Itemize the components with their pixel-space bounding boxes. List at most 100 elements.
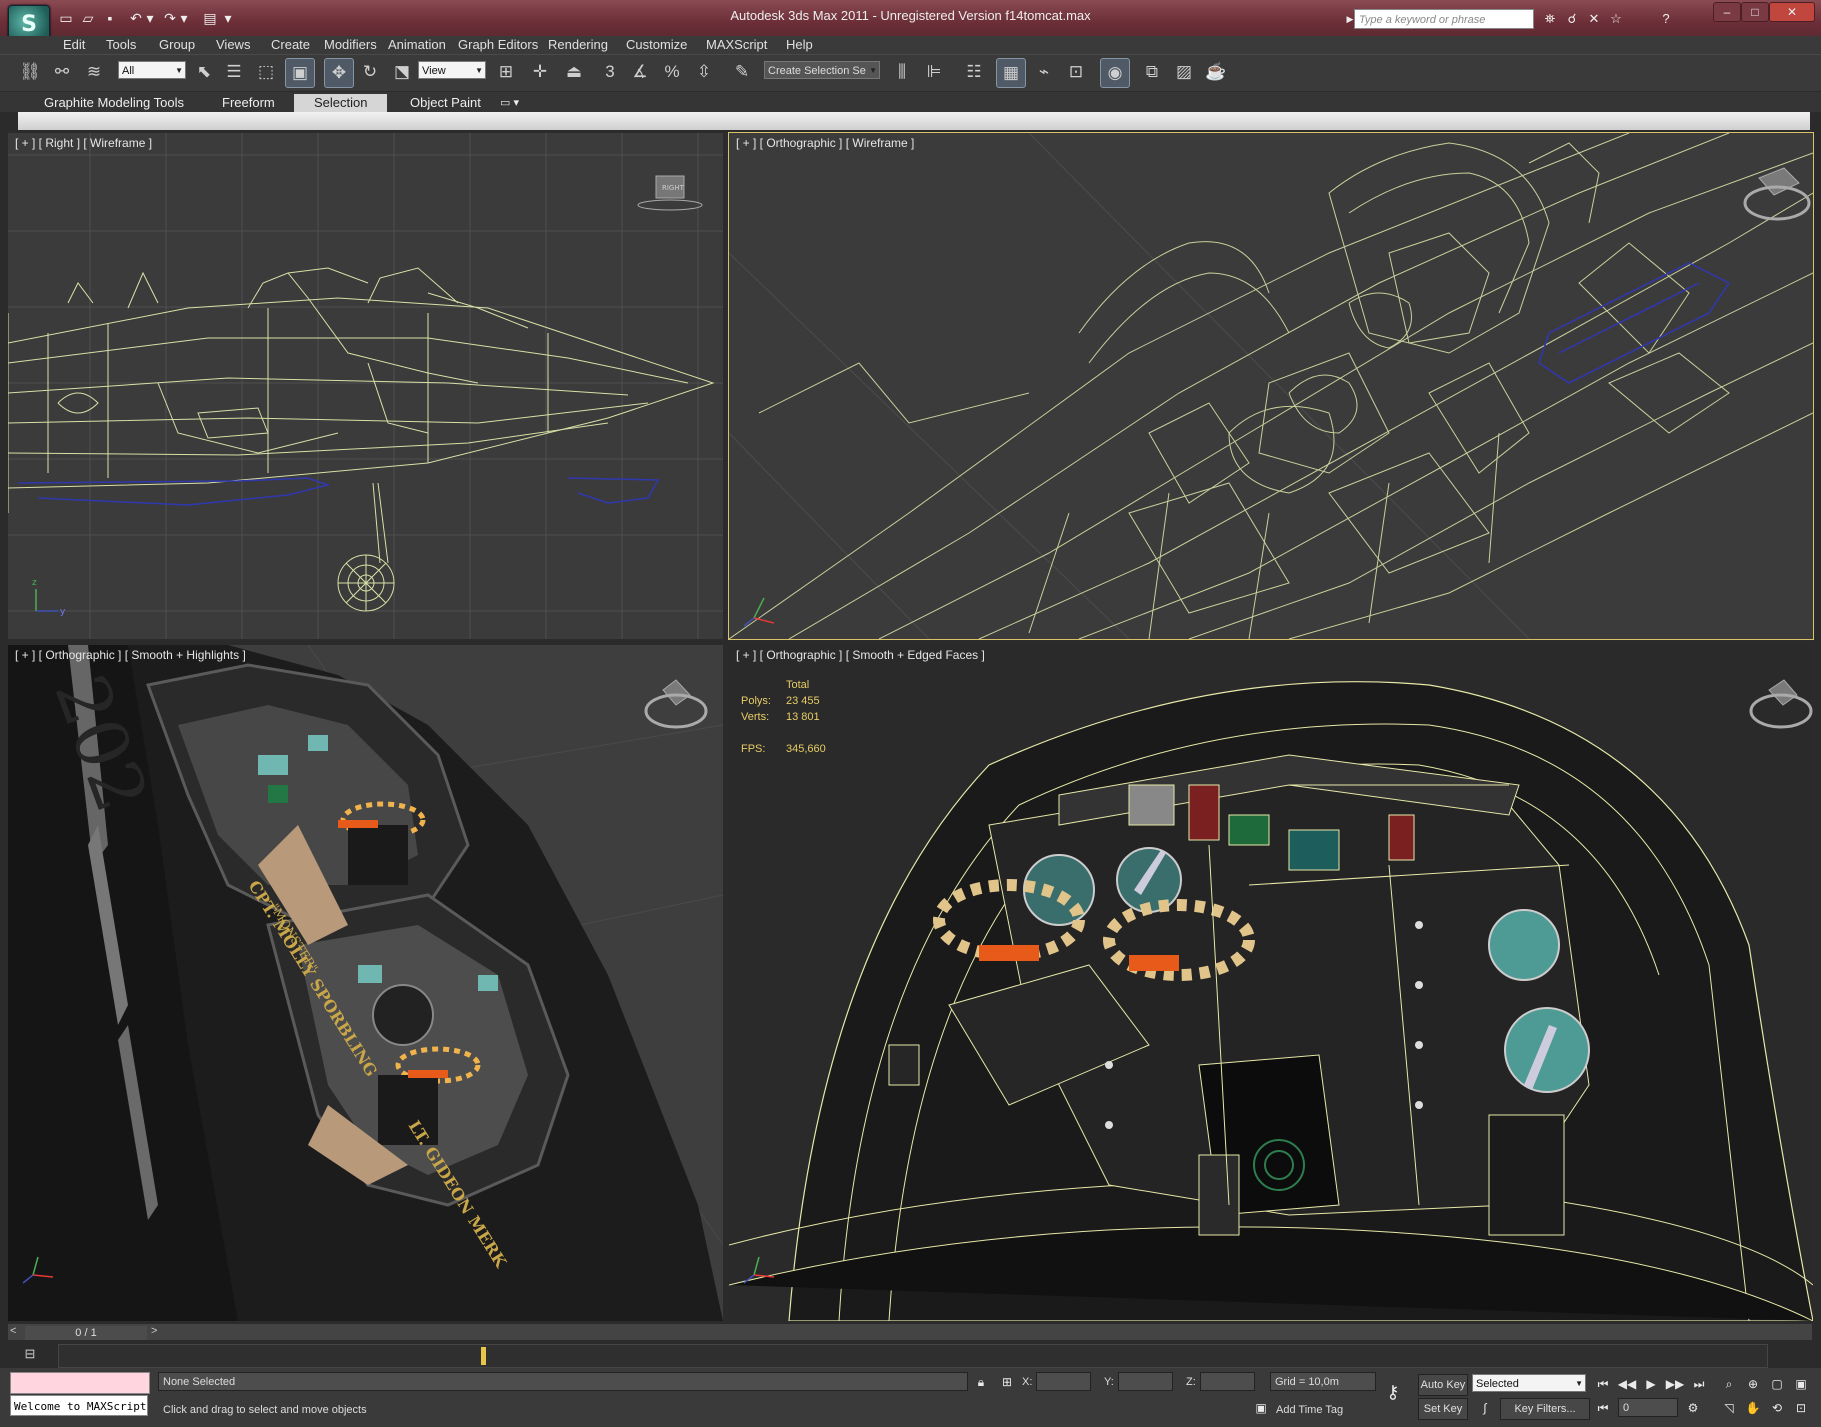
redo-dropdown-icon[interactable]: ▾ — [174, 9, 194, 27]
zoom-all-icon[interactable]: ⊕ — [1742, 1374, 1764, 1394]
menu-tools[interactable]: Tools — [106, 36, 136, 54]
menu-group[interactable]: Group — [159, 36, 195, 54]
viewport-smooth-label[interactable]: [ + ] [ Orthographic ] [ Smooth + Highli… — [15, 648, 246, 662]
ribbon-options-icon[interactable]: ▭ ▾ — [500, 94, 519, 112]
viewport-edged-faces[interactable]: [ + ] [ Orthographic ] [ Smooth + Edged … — [729, 645, 1813, 1321]
add-time-tag-button[interactable]: Add Time Tag — [1276, 1402, 1343, 1418]
key-filters-button[interactable]: Key Filters... — [1500, 1398, 1590, 1420]
select-and-rotate-icon[interactable]: ↻ — [356, 58, 384, 86]
select-object-icon[interactable]: ⬉ — [190, 58, 218, 86]
select-and-manipulate-icon[interactable]: ✛ — [526, 58, 554, 86]
auto-key-button[interactable]: Auto Key — [1418, 1374, 1468, 1396]
transform-mode-icon[interactable]: ⊞ — [996, 1372, 1018, 1392]
maxscript-output-field[interactable]: Welcome to MAXScript — [10, 1395, 148, 1416]
default-tangents-icon[interactable]: ∫ — [1474, 1398, 1496, 1418]
pan-view-icon[interactable]: ✋ — [1742, 1398, 1764, 1418]
rectangular-selection-icon[interactable]: ⬚ — [252, 58, 280, 86]
select-and-scale-icon[interactable]: ⬔ — [388, 58, 416, 86]
menu-edit[interactable]: Edit — [63, 36, 85, 54]
selection-lock-icon[interactable]: 🔒︎ — [970, 1372, 992, 1392]
menu-modifiers[interactable]: Modifiers — [324, 36, 377, 54]
menu-views[interactable]: Views — [216, 36, 250, 54]
menu-rendering[interactable]: Rendering — [548, 36, 608, 54]
binoculars-icon[interactable]: ⛯ — [1540, 10, 1560, 28]
viewport-right-label[interactable]: [ + ] [ Right ] [ Wireframe ] — [15, 136, 152, 150]
window-crossing-icon[interactable]: ▣ — [285, 58, 315, 88]
menu-customize[interactable]: Customize — [626, 36, 687, 54]
select-by-name-icon[interactable]: ☰ — [220, 58, 248, 86]
layer-manager-icon[interactable]: ☷ — [960, 58, 988, 86]
subscription-icon[interactable]: ☌ — [1562, 10, 1582, 28]
time-configuration-icon[interactable]: ⚙ — [1682, 1398, 1704, 1418]
x-coordinate-input[interactable] — [1036, 1372, 1091, 1391]
unlink-selection-icon[interactable]: ⚯ — [48, 58, 76, 86]
viewport-smooth-highlights[interactable]: 202 CPT. MOLLY SPORBLING "MONSTER" LT. G… — [8, 645, 723, 1321]
menu-create[interactable]: Create — [271, 36, 310, 54]
viewport-edged-label[interactable]: [ + ] [ Orthographic ] [ Smooth + Edged … — [736, 648, 985, 662]
zoom-icon[interactable]: ⌕ — [1718, 1374, 1740, 1394]
open-file-icon[interactable]: ▱ — [78, 9, 98, 27]
render-setup-icon[interactable]: ⧉ — [1138, 58, 1166, 86]
selection-filter-dropdown[interactable]: All — [118, 61, 186, 80]
go-to-start-icon[interactable]: ⏮ — [1592, 1374, 1614, 1394]
named-selection-input[interactable]: Create Selection Se — [764, 61, 880, 80]
bind-to-space-warp-icon[interactable]: ≋ — [80, 58, 108, 86]
time-tag-icon[interactable]: ▣ — [1250, 1398, 1272, 1418]
maximize-button[interactable]: □ — [1741, 2, 1769, 22]
menu-graph-editors[interactable]: Graph Editors — [458, 36, 538, 54]
graphite-toggle-icon[interactable]: ▦ — [996, 58, 1026, 88]
tab-freeform[interactable]: Freeform — [202, 94, 295, 112]
menu-maxscript[interactable]: MAXScript — [706, 36, 767, 54]
minimize-button[interactable]: – — [1713, 2, 1741, 22]
help-icon[interactable]: ? — [1656, 10, 1676, 28]
quick-access-dropdown-icon[interactable]: ▾ — [218, 9, 238, 27]
reference-coordinate-dropdown[interactable]: View — [418, 61, 486, 80]
tab-graphite-modeling-tools[interactable]: Graphite Modeling Tools — [24, 94, 204, 112]
z-coordinate-input[interactable] — [1200, 1372, 1255, 1391]
time-prev-button[interactable]: < — [10, 1325, 16, 1337]
viewport-right[interactable]: RIGHT z y [ + ] [ Right ] [ Wireframe ] — [8, 133, 723, 639]
menu-animation[interactable]: Animation — [388, 36, 446, 54]
maxscript-listener-mini[interactable] — [10, 1372, 150, 1394]
mirror-icon[interactable]: ⫼ — [888, 58, 916, 86]
set-key-button[interactable]: Set Key — [1418, 1398, 1468, 1420]
close-button[interactable]: ✕ — [1769, 2, 1815, 22]
time-slider-track[interactable] — [8, 1324, 1812, 1340]
select-and-link-icon[interactable]: ⛓ — [16, 58, 44, 86]
next-frame-icon[interactable]: ▶▶ — [1664, 1374, 1686, 1394]
pivot-center-icon[interactable]: ⊞ — [492, 58, 520, 86]
tab-selection[interactable]: Selection — [294, 94, 388, 112]
project-folder-icon[interactable]: ▤ — [200, 9, 220, 27]
save-file-icon[interactable]: ▪ — [100, 9, 120, 27]
previous-frame-icon[interactable]: ◀◀ — [1616, 1374, 1638, 1394]
align-icon[interactable]: ⊫ — [920, 58, 948, 86]
percent-snap-icon[interactable]: % — [658, 58, 686, 86]
search-input[interactable]: Type a keyword or phrase — [1354, 9, 1534, 29]
y-coordinate-input[interactable] — [1118, 1372, 1173, 1391]
menu-help[interactable]: Help — [786, 36, 813, 54]
viewport-ortho-wire-label[interactable]: [ + ] [ Orthographic ] [ Wireframe ] — [736, 136, 914, 150]
tab-object-paint[interactable]: Object Paint — [390, 94, 501, 112]
angle-snap-icon[interactable]: ∡ — [626, 58, 654, 86]
rendered-frame-window-icon[interactable]: ▨ — [1170, 58, 1198, 86]
orbit-icon[interactable]: ⟲ — [1766, 1398, 1788, 1418]
spinner-snap-icon[interactable]: ⇳ — [690, 58, 718, 86]
mini-curve-editor-icon[interactable]: ⊟ — [20, 1346, 40, 1364]
field-of-view-icon[interactable]: ◹ — [1718, 1398, 1740, 1418]
zoom-extents-all-icon[interactable]: ▣ — [1790, 1374, 1812, 1394]
track-bar[interactable] — [58, 1344, 1768, 1368]
new-file-icon[interactable]: ▭ — [56, 9, 76, 27]
favorites-icon[interactable]: ☆ — [1606, 10, 1626, 28]
go-to-end-icon[interactable]: ⏭ — [1688, 1374, 1710, 1394]
communication-icon[interactable]: ✕ — [1584, 10, 1604, 28]
zoom-extents-icon[interactable]: ▢ — [1766, 1374, 1788, 1394]
schematic-view-icon[interactable]: ⊡ — [1062, 58, 1090, 86]
play-icon[interactable]: ▶ — [1640, 1374, 1662, 1394]
key-mode-dropdown[interactable]: Selected — [1472, 1374, 1586, 1393]
time-slider-thumb[interactable]: 0 / 1 — [25, 1326, 147, 1340]
viewport-orthographic-wireframe[interactable]: [ + ] [ Orthographic ] [ Wireframe ] — [728, 132, 1814, 640]
set-key-icon[interactable]: ⚷ — [1382, 1382, 1404, 1402]
keyboard-shortcut-override-icon[interactable]: ⏏ — [560, 58, 588, 86]
current-frame-input[interactable]: 0 — [1618, 1398, 1678, 1417]
render-production-icon[interactable]: ☕ — [1202, 58, 1230, 86]
